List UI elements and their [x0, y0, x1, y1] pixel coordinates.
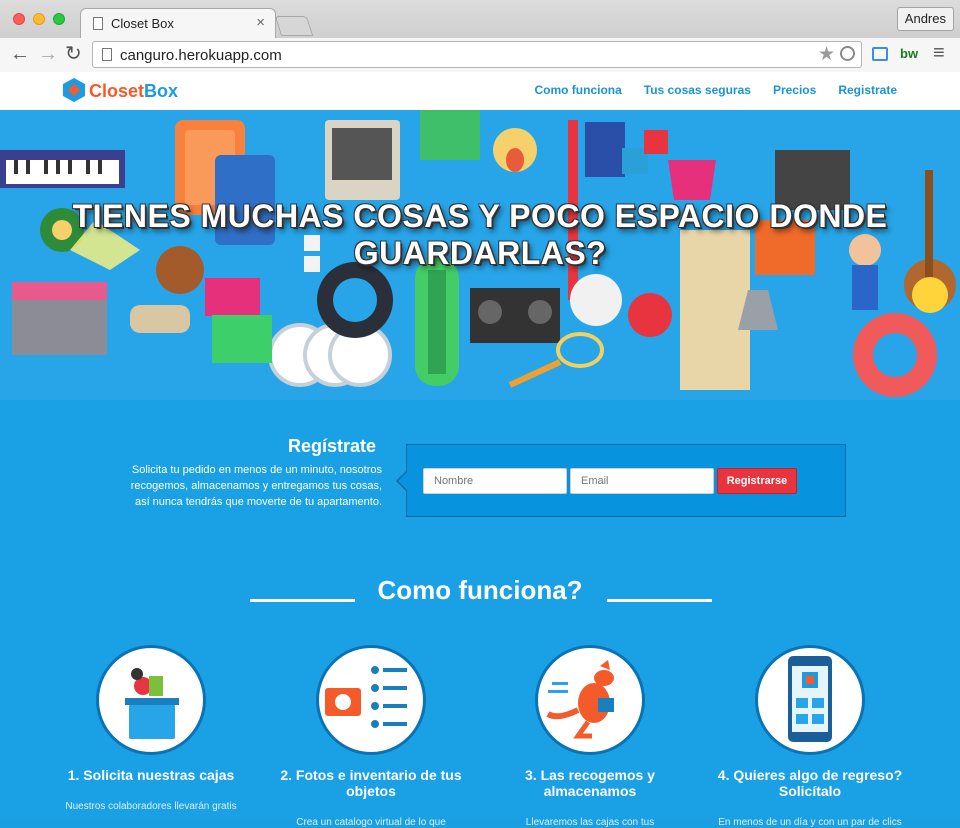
- step-card: 1. Solicita nuestras cajas Nuestros cola…: [41, 645, 261, 812]
- address-bar[interactable]: canguro.herokuapp.com ★: [92, 41, 862, 68]
- bin-icon: [96, 645, 206, 755]
- page-icon: [102, 48, 112, 61]
- step-description: Crea un catalogo virtual de lo que: [296, 817, 446, 828]
- cast-icon[interactable]: [872, 47, 888, 61]
- maximize-window-button[interactable]: [53, 13, 65, 25]
- zoom-icon[interactable]: [840, 46, 855, 61]
- camera-list-icon: [316, 645, 426, 755]
- minimize-window-button[interactable]: [33, 13, 45, 25]
- step-title: 1. Solicita nuestras cajas: [67, 767, 235, 783]
- email-input[interactable]: [570, 468, 714, 494]
- logo-icon: [63, 78, 85, 102]
- logo-text-closet: Closet: [89, 81, 145, 101]
- phone-boxes-icon: [755, 645, 865, 755]
- page-icon: [93, 17, 103, 30]
- step-description: Llevaremos las cajas con tus: [525, 817, 655, 828]
- bw-extension-icon[interactable]: bw: [900, 46, 918, 61]
- step-title: 2. Fotos e inventario de tus objetos: [280, 767, 462, 799]
- browser-window: Closet Box × Andres ← → ↻ canguro.heroku…: [0, 0, 960, 72]
- signup-title: Regístrate: [288, 436, 377, 456]
- step-card: 3. Las recogemos y almacenamos Llevaremo…: [480, 645, 700, 828]
- signup-form: Registrarse: [396, 444, 846, 517]
- top-navigation: Como funciona Tus cosas seguras Precios …: [534, 83, 897, 97]
- step-title: 3. Las recogemos y almacenamos: [525, 767, 655, 799]
- step-title: 4. Quieres algo de regreso? Solicítalo: [717, 767, 903, 799]
- tab-title: Closet Box: [111, 16, 174, 31]
- name-input[interactable]: [423, 468, 567, 494]
- how-it-works-title: Como funciona?: [377, 575, 583, 605]
- step-card: 2. Fotos e inventario de tus objetos Cre…: [261, 645, 481, 828]
- title-divider-right: [607, 599, 712, 602]
- nav-tus-cosas-seguras[interactable]: Tus cosas seguras: [644, 83, 751, 97]
- nav-registrate[interactable]: Registrate: [838, 83, 897, 97]
- nav-precios[interactable]: Precios: [773, 83, 816, 97]
- nav-como-funciona[interactable]: Como funciona: [534, 83, 621, 97]
- profile-button[interactable]: Andres: [896, 7, 954, 31]
- browser-tab[interactable]: Closet Box ×: [80, 8, 276, 38]
- browser-toolbar: ← → ↻ canguro.herokuapp.com ★ bw ≡: [0, 38, 960, 72]
- url-text[interactable]: canguro.herokuapp.com: [120, 47, 282, 64]
- step-card: 4. Quieres algo de regreso? Solicítalo E…: [700, 645, 920, 828]
- bookmark-star-icon[interactable]: ★: [818, 43, 835, 66]
- reload-icon[interactable]: ↻: [65, 42, 82, 66]
- hero-banner: TIENES MUCHAS COSAS Y POCO ESPACIO DONDE…: [0, 110, 960, 400]
- site-header: ClosetBox Como funciona Tus cosas segura…: [0, 72, 960, 110]
- new-tab-button[interactable]: [274, 16, 314, 36]
- signup-description: Solicita tu pedido en menos de un minuto…: [130, 464, 382, 508]
- main-content: Regístrate Solicita tu pedido en menos d…: [0, 400, 960, 828]
- back-icon[interactable]: ←: [10, 42, 30, 66]
- hero-headline: TIENES MUCHAS COSAS Y POCO ESPACIO DONDE…: [72, 198, 888, 271]
- step-description: Nuestros colaboradores llevarán gratis: [65, 801, 237, 812]
- logo-text-box: Box: [144, 81, 179, 101]
- kangaroo-icon: [535, 645, 645, 755]
- step-description: En menos de un día y con un par de clics: [718, 817, 902, 828]
- forward-icon[interactable]: →: [38, 42, 58, 66]
- close-tab-icon[interactable]: ×: [256, 14, 265, 31]
- tab-strip: Closet Box × Andres: [0, 0, 960, 38]
- register-button[interactable]: Registrarse: [717, 468, 797, 494]
- close-window-button[interactable]: [13, 13, 25, 25]
- menu-icon[interactable]: ≡: [933, 41, 945, 65]
